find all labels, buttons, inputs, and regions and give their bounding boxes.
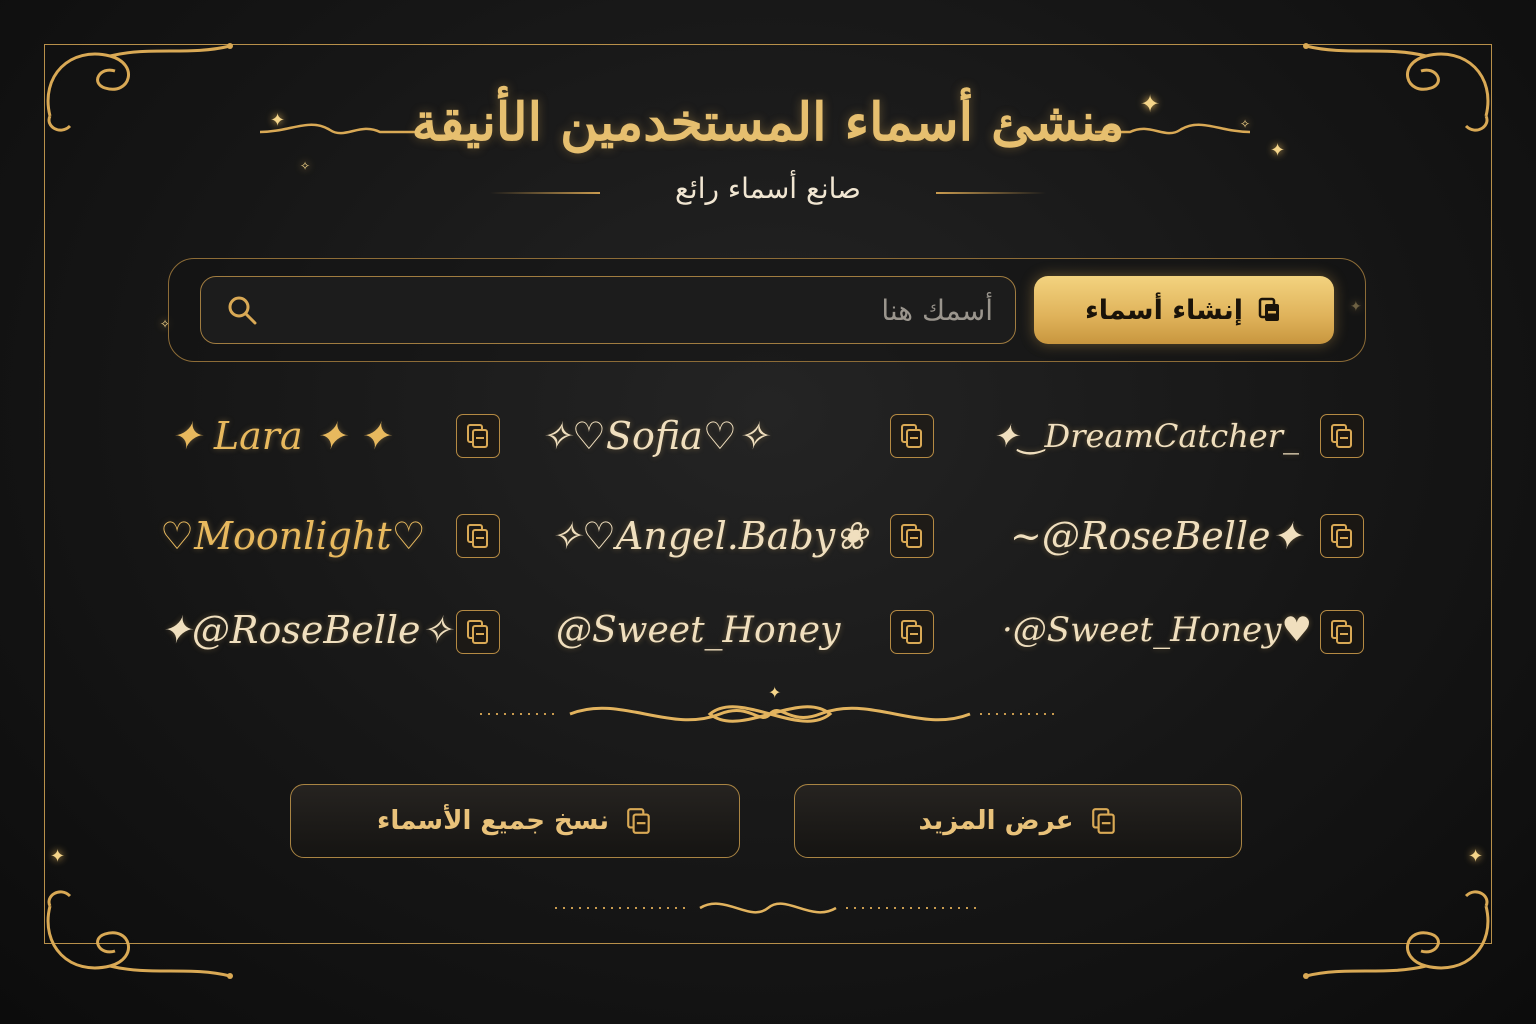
name-text: ✦ Lara ✦ ✦ (170, 414, 391, 458)
name-text: @Sweet_Honey (556, 609, 841, 651)
copy-icon (901, 620, 922, 644)
copy-icon (1331, 620, 1352, 644)
name-item: @Sweet_Honey (556, 600, 840, 660)
name-text: ♡Moonlight♡ (160, 514, 426, 558)
copy-all-label: نسخ جميع الأسماء (377, 806, 609, 836)
name-item: ✦ Lara ✦ ✦ (170, 406, 390, 466)
show-more-button[interactable]: عرض المزيد (794, 784, 1242, 858)
copy-icon (901, 524, 922, 548)
name-item: ✦‿DreamCatcher_ (992, 406, 1299, 466)
copy-name-button[interactable] (1320, 610, 1364, 654)
search-input[interactable]: أسمك هنا (200, 276, 1016, 344)
show-more-label: عرض المزيد (918, 806, 1074, 836)
copy-icon (467, 524, 488, 548)
name-text: ✧♡Angel.Baby❀ (550, 514, 868, 558)
name-item: ~@RoseBelle✦ (1010, 506, 1302, 566)
copy-icon (901, 424, 922, 448)
generate-names-button[interactable]: إنشاء أسماء (1034, 276, 1334, 344)
corner-flourish-bottom-left (30, 876, 260, 996)
copy-icon (467, 424, 488, 448)
copy-all-button[interactable]: نسخ جميع الأسماء (290, 784, 740, 858)
name-text: ✦@RoseBelle✧ (160, 608, 453, 652)
copy-name-button[interactable] (456, 414, 500, 458)
sparkle-icon: ✦ (50, 846, 66, 867)
corner-flourish-bottom-right (1276, 876, 1506, 996)
generate-label: إنشاء أسماء (1084, 294, 1244, 326)
document-icon (1258, 297, 1280, 321)
copy-name-button[interactable] (890, 610, 934, 654)
copy-icon (1331, 424, 1352, 448)
name-text: ~@RoseBelle✦ (1010, 514, 1303, 558)
copy-icon (627, 808, 650, 834)
page-subtitle: صانع أسماء رائع (675, 172, 861, 205)
name-text: ✧♡Sofia♡✧ (540, 414, 769, 458)
copy-name-button[interactable] (890, 514, 934, 558)
name-item: ✧♡Angel.Baby❀ (550, 506, 867, 566)
bottom-ornament (555, 902, 981, 914)
divider-ornament: ✦ (480, 684, 1060, 723)
page-title: منشئ أسماء المستخدمين الأنيقة (411, 92, 1125, 153)
name-text: ·@Sweet_Honey♥ (1002, 610, 1312, 650)
search-icon (228, 296, 257, 325)
copy-name-button[interactable] (456, 514, 500, 558)
name-text: ✦‿DreamCatcher_ (992, 417, 1300, 455)
copy-icon (1091, 808, 1115, 834)
copy-name-button[interactable] (1320, 414, 1364, 458)
name-item: ·@Sweet_Honey♥ (1002, 600, 1312, 660)
sparkle-icon: ✦ (1468, 846, 1484, 867)
name-item: ✦@RoseBelle✧ (160, 600, 452, 660)
copy-icon (467, 620, 488, 644)
name-item: ✧♡Sofia♡✧ (540, 406, 769, 466)
svg-text:✦: ✦ (768, 684, 781, 702)
copy-name-button[interactable] (1320, 514, 1364, 558)
copy-icon (1331, 524, 1352, 548)
name-item: ♡Moonlight♡ (160, 506, 426, 566)
copy-name-button[interactable] (456, 610, 500, 654)
sparkle-icon: ✧ (300, 159, 311, 173)
search-placeholder: أسمك هنا (881, 293, 993, 327)
copy-name-button[interactable] (890, 414, 934, 458)
